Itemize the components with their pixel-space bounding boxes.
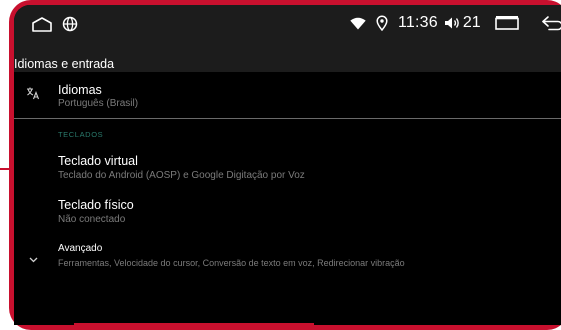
virtual-keyboard-item[interactable]: Teclado virtual Teclado do Android (AOSP… <box>14 149 561 185</box>
volume-icon[interactable] <box>444 15 462 31</box>
languages-title: Idiomas <box>58 83 102 97</box>
back-icon[interactable] <box>541 15 561 31</box>
languages-item[interactable]: Idiomas Português (Brasil) <box>14 77 561 117</box>
virtual-keyboard-title: Teclado virtual <box>58 154 138 168</box>
physical-keyboard-title: Teclado físico <box>58 198 134 212</box>
virtual-keyboard-subtitle: Teclado do Android (AOSP) e Google Digit… <box>58 170 305 181</box>
recents-icon[interactable] <box>494 16 519 30</box>
advanced-title: Avançado <box>58 243 103 254</box>
physical-keyboard-subtitle: Não conectado <box>58 214 126 225</box>
annotation-leader-line <box>0 168 14 170</box>
status-bar: 11:36 21 <box>14 5 561 42</box>
page-title: Idiomas e entrada <box>14 57 115 71</box>
chevron-down-icon <box>29 250 38 268</box>
advanced-subtitle: Ferramentas, Velocidade do cursor, Conve… <box>58 258 405 268</box>
bottom-accent-line <box>74 323 314 325</box>
wifi-icon <box>350 17 366 30</box>
app-bar: Idiomas e entrada <box>14 42 561 72</box>
location-icon <box>376 15 388 31</box>
globe-icon[interactable] <box>62 16 78 37</box>
translate-icon <box>26 86 40 105</box>
section-header-keyboards: TECLADOS <box>58 130 104 139</box>
device-screen: 11:36 21 Idiomas e entrada Idiomas Portu… <box>14 5 561 325</box>
status-right-group: 11:36 21 <box>350 14 561 32</box>
divider <box>14 118 561 119</box>
home-icon[interactable] <box>32 16 52 37</box>
clock: 11:36 <box>398 14 438 31</box>
volume-level: 21 <box>462 14 481 31</box>
advanced-item[interactable]: Avançado Ferramentas, Velocidade do curs… <box>14 238 561 272</box>
languages-subtitle: Português (Brasil) <box>58 98 139 109</box>
physical-keyboard-item[interactable]: Teclado físico Não conectado <box>14 193 561 229</box>
